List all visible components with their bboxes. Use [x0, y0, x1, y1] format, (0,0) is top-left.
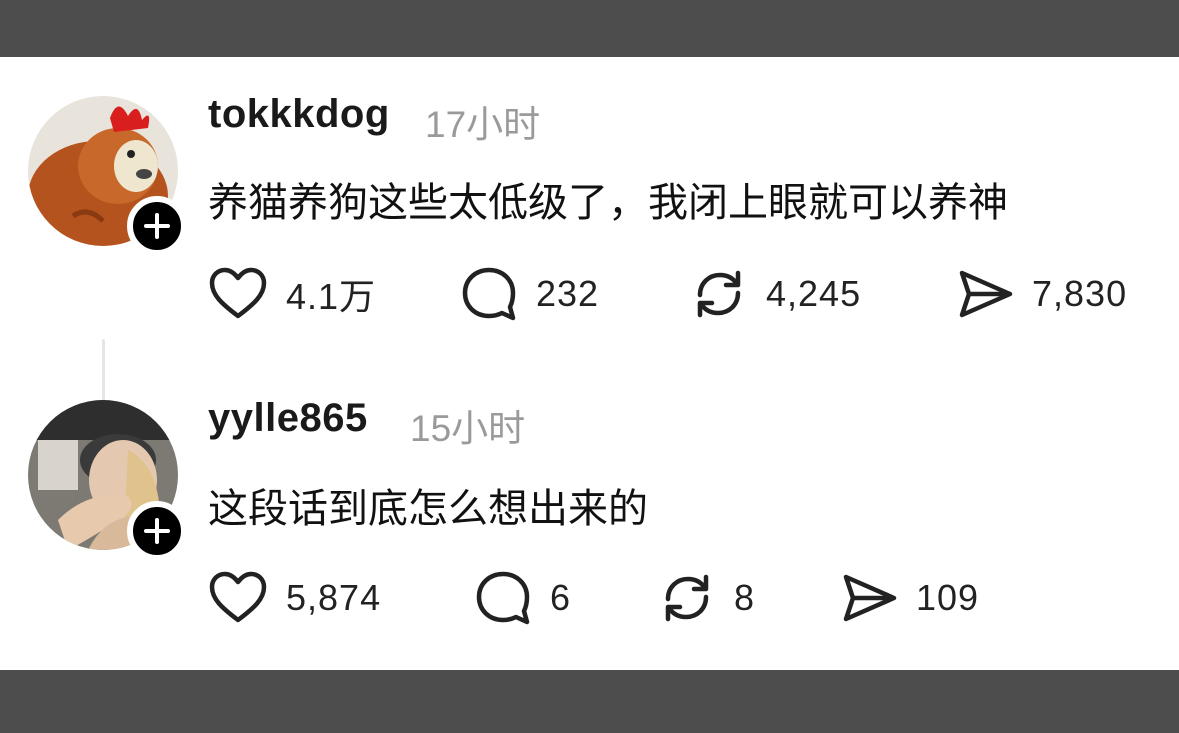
comment-bubble-icon	[462, 267, 516, 321]
follow-button-yylle865[interactable]	[127, 501, 187, 561]
heart-icon	[209, 571, 267, 623]
comment-button[interactable]: 6	[474, 568, 571, 628]
post-time: 17小时	[425, 104, 541, 145]
comment-button[interactable]: 232	[460, 264, 599, 324]
share-button[interactable]: 109	[840, 568, 979, 628]
thread-card	[0, 57, 1179, 670]
send-icon	[843, 574, 897, 622]
bottom-frame-bar	[0, 670, 1179, 733]
repost-count: 4,245	[766, 273, 862, 314]
heart-icon	[209, 267, 267, 319]
share-button[interactable]: 7,830	[956, 264, 1127, 324]
username[interactable]: tokkkdog	[208, 92, 390, 137]
follow-button-tokkkdog[interactable]	[127, 196, 187, 256]
repost-icon	[665, 574, 709, 622]
like-button[interactable]: 5,874	[208, 568, 381, 628]
plus-icon	[144, 518, 170, 544]
plus-icon	[144, 213, 170, 239]
comment-count: 232	[536, 273, 600, 314]
share-count: 7,830	[1032, 273, 1128, 314]
post-text: 这段话到底怎么想出来的	[208, 486, 648, 532]
repost-button[interactable]: 8	[658, 568, 755, 628]
share-count: 109	[916, 577, 980, 618]
username[interactable]: yylle865	[208, 396, 368, 441]
repost-icon	[697, 270, 741, 318]
top-frame-bar	[0, 0, 1179, 57]
post-time: 15小时	[410, 408, 526, 449]
comment-bubble-icon	[476, 571, 530, 625]
comment-count: 6	[550, 577, 572, 618]
repost-button[interactable]: 4,245	[690, 264, 861, 324]
post-text: 养猫养狗这些太低级了，我闭上眼就可以养神	[208, 180, 1008, 226]
like-button[interactable]: 4.1万	[208, 264, 376, 324]
like-count: 4.1万	[286, 276, 377, 317]
like-count: 5,874	[286, 577, 382, 618]
repost-count: 8	[734, 577, 756, 618]
send-icon	[959, 270, 1013, 318]
